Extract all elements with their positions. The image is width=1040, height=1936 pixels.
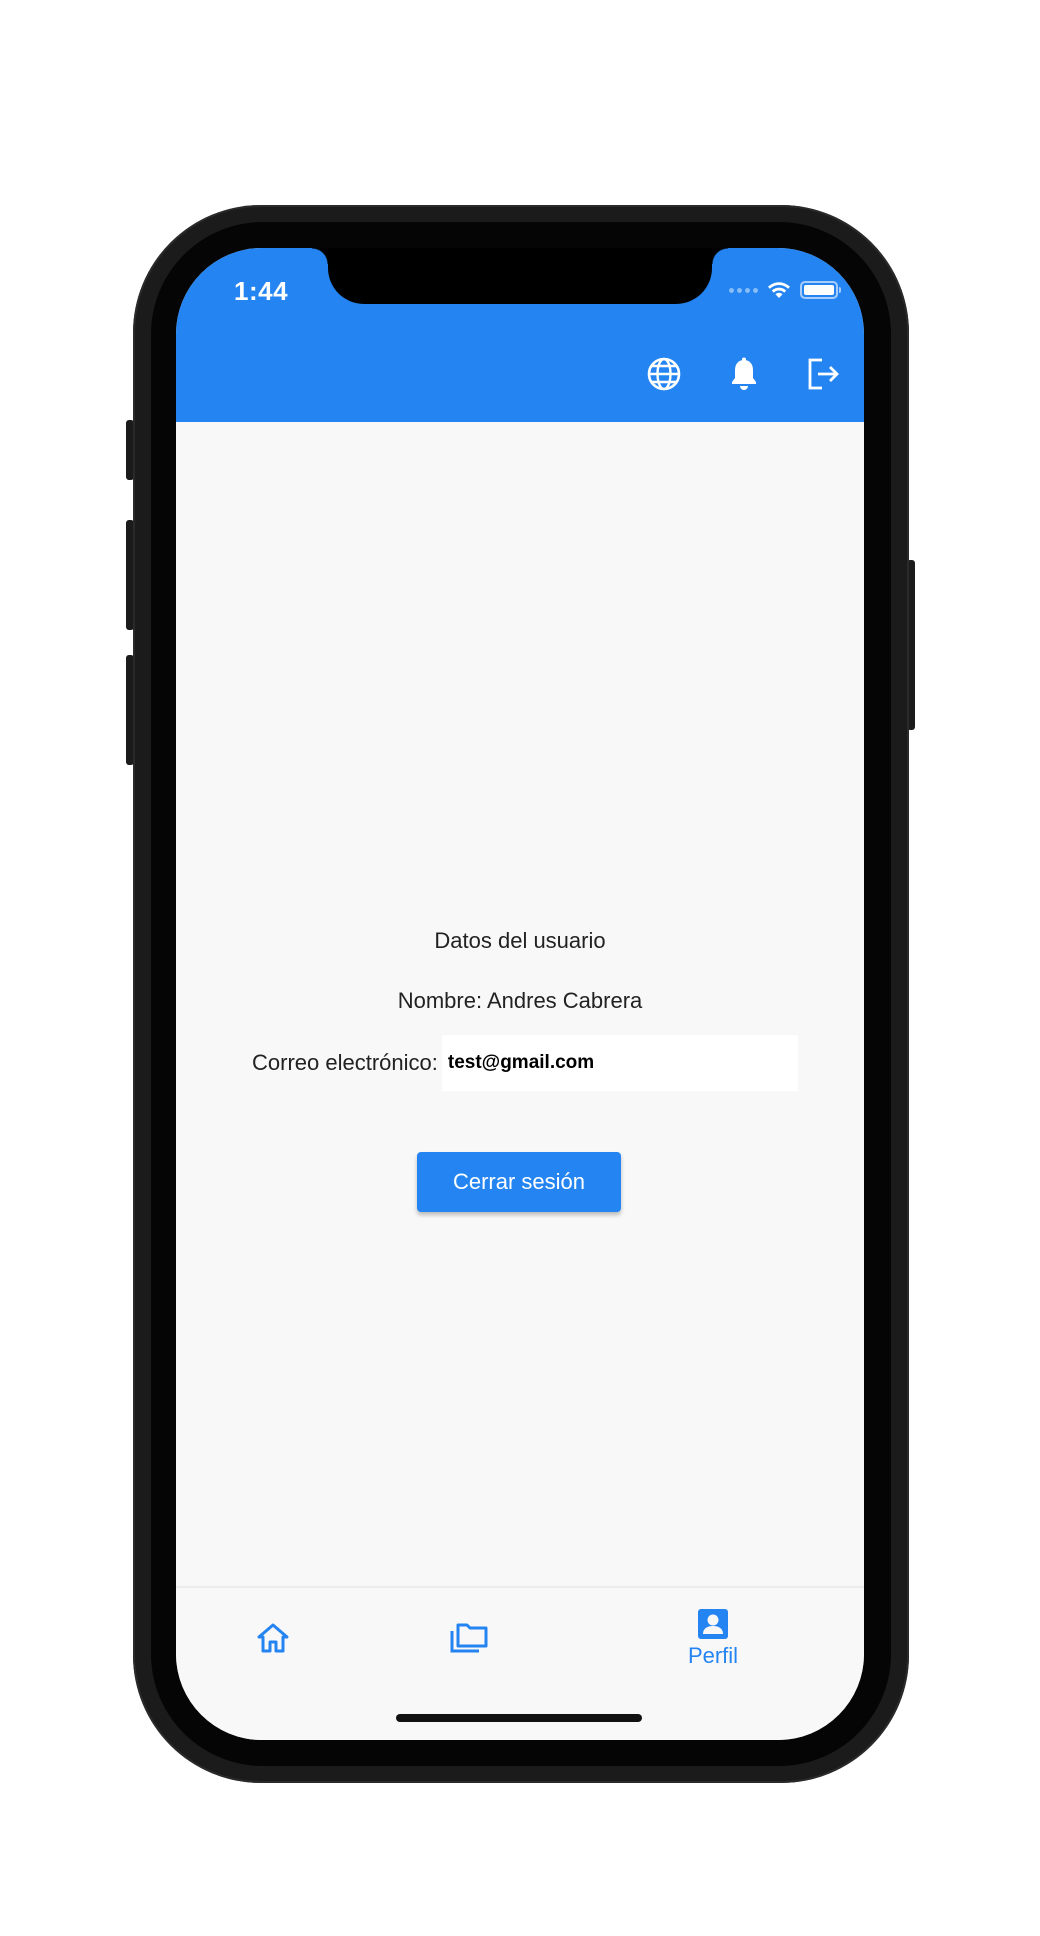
folders-icon — [450, 1623, 488, 1653]
nav-item-profile[interactable]: Perfil — [656, 1588, 770, 1688]
email-field[interactable] — [441, 1035, 798, 1091]
home-icon — [257, 1623, 289, 1653]
bell-icon — [732, 357, 756, 390]
logout-button[interactable]: Cerrar sesión — [417, 1152, 621, 1212]
email-row: Correo electrónico: — [252, 1035, 798, 1091]
logout-icon — [808, 358, 839, 390]
cellular-signal-icon — [729, 287, 758, 293]
user-data-title: Datos del usuario — [434, 928, 606, 953]
status-time: 1:44 — [234, 276, 289, 306]
nav-item-home[interactable] — [216, 1588, 330, 1688]
battery-icon — [800, 281, 841, 299]
email-label: Correo electrónico: — [252, 1050, 438, 1075]
phone-screen: 1:44 Datos del usuario Nombre: Andres Ca… — [176, 248, 864, 1740]
globe-icon — [647, 357, 681, 391]
wifi-icon — [768, 282, 790, 298]
nav-label-profile: Perfil — [687, 1643, 739, 1668]
nav-item-folders[interactable] — [412, 1588, 526, 1688]
canvas: 1:44 Datos del usuario Nombre: Andres Ca… — [0, 0, 1040, 1936]
notifications-button[interactable] — [704, 354, 784, 394]
profile-icon — [698, 1609, 728, 1639]
logout-action-button[interactable] — [784, 354, 864, 394]
user-name: Nombre: Andres Cabrera — [397, 988, 643, 1013]
home-indicator — [396, 1714, 642, 1722]
notch — [312, 248, 728, 304]
status-icons — [729, 278, 841, 302]
language-button[interactable] — [624, 354, 704, 394]
app-bar-actions — [624, 354, 864, 394]
